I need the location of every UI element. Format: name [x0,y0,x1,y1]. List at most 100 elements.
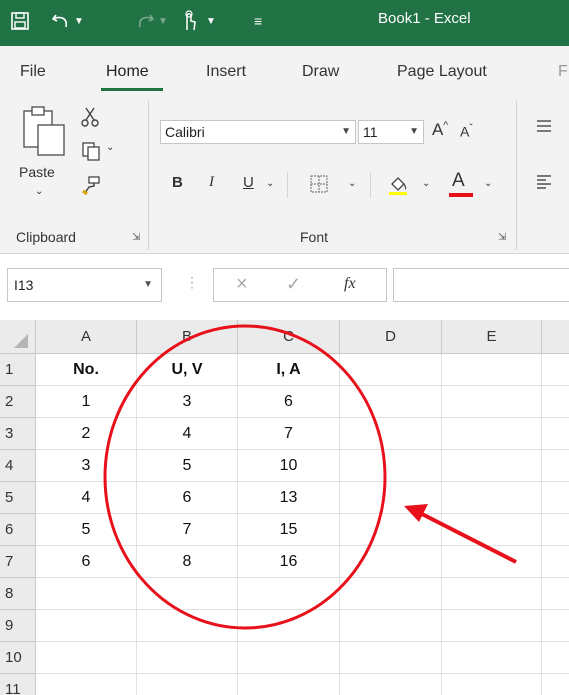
cell-e1[interactable] [442,354,542,386]
cell-f9[interactable] [542,610,569,642]
name-box[interactable]: I13 ▼ [7,268,162,302]
align-left-icon[interactable] [534,172,554,192]
cell-d11[interactable] [340,674,442,695]
cell-c8[interactable] [238,578,340,610]
customize-toolbar-icon[interactable]: ≡ [254,8,262,34]
cell-a3[interactable]: 2 [36,418,137,450]
column-header-c[interactable]: C [238,320,340,354]
undo-dropdown-icon[interactable]: ▼ [74,16,84,27]
font-size-dropdown-icon[interactable]: ▼ [409,121,419,143]
paste-dropdown-icon[interactable]: ⌄ [35,186,43,197]
cell-c3[interactable]: 7 [238,418,340,450]
row-header-1[interactable]: 1 [0,354,36,386]
enter-icon[interactable]: ✓ [286,274,301,295]
cell-c9[interactable] [238,610,340,642]
borders-dropdown-icon[interactable]: ⌄ [348,178,356,189]
cell-f11[interactable] [542,674,569,695]
tab-page-layout[interactable]: Page Layout [397,63,487,81]
underline-dropdown-icon[interactable]: ⌄ [266,178,274,189]
cell-d4[interactable] [340,450,442,482]
cell-b9[interactable] [137,610,238,642]
cell-b5[interactable]: 6 [137,482,238,514]
cell-e7[interactable] [442,546,542,578]
row-header-7[interactable]: 7 [0,546,36,578]
row-header-8[interactable]: 8 [0,578,36,610]
clipboard-launcher-icon[interactable]: ⇲ [132,232,140,243]
italic-button[interactable]: I [209,174,214,191]
cell-d3[interactable] [340,418,442,450]
insert-function-icon[interactable]: fx [344,275,356,293]
bold-button[interactable]: B [172,174,183,191]
row-header-10[interactable]: 10 [0,642,36,674]
cell-a2[interactable]: 1 [36,386,137,418]
shrink-font-icon[interactable]: Aˇ [460,123,473,140]
cell-d7[interactable] [340,546,442,578]
cell-a5[interactable]: 4 [36,482,137,514]
tab-file[interactable]: File [20,63,46,81]
font-color-button[interactable]: A [452,170,465,192]
cell-c6[interactable]: 15 [238,514,340,546]
column-header-e[interactable]: E [442,320,542,354]
cell-d9[interactable] [340,610,442,642]
font-size-combo[interactable]: 11 ▼ [358,120,424,144]
cell-f1[interactable] [542,354,569,386]
cell-c4[interactable]: 10 [238,450,340,482]
cell-b2[interactable]: 3 [137,386,238,418]
cell-f7[interactable] [542,546,569,578]
cell-d10[interactable] [340,642,442,674]
row-header-4[interactable]: 4 [0,450,36,482]
cell-a10[interactable] [36,642,137,674]
save-icon[interactable] [10,8,30,34]
underline-button[interactable]: U [243,174,254,191]
row-header-6[interactable]: 6 [0,514,36,546]
touch-mode-icon[interactable]: ▼ [180,8,216,34]
copy-dropdown-icon[interactable]: ⌄ [106,142,114,153]
tab-insert[interactable]: Insert [206,63,246,81]
row-header-5[interactable]: 5 [0,482,36,514]
paste-label[interactable]: Paste [19,164,55,180]
cell-c2[interactable]: 6 [238,386,340,418]
cell-e5[interactable] [442,482,542,514]
cell-f8[interactable] [542,578,569,610]
paste-icon[interactable] [18,104,70,160]
cell-f4[interactable] [542,450,569,482]
cell-b10[interactable] [137,642,238,674]
cell-b4[interactable]: 5 [137,450,238,482]
fill-color-icon[interactable] [386,172,410,196]
column-header-f-partial[interactable] [542,320,569,354]
fill-color-dropdown-icon[interactable]: ⌄ [422,178,430,189]
format-painter-icon[interactable] [80,174,102,196]
cell-e8[interactable] [442,578,542,610]
row-header-2[interactable]: 2 [0,386,36,418]
tab-draw[interactable]: Draw [302,63,339,81]
cell-a8[interactable] [36,578,137,610]
select-all-corner[interactable] [0,320,36,354]
cell-e11[interactable] [442,674,542,695]
borders-icon[interactable] [308,174,330,194]
cell-a4[interactable]: 3 [36,450,137,482]
cell-e10[interactable] [442,642,542,674]
tab-formulas-partial[interactable]: F [558,63,568,81]
copy-icon[interactable] [80,140,102,162]
formula-bar-grip-icon[interactable]: ⋮ [185,274,199,291]
cell-c10[interactable] [238,642,340,674]
cell-d2[interactable] [340,386,442,418]
cell-b6[interactable]: 7 [137,514,238,546]
cell-d8[interactable] [340,578,442,610]
cell-d1[interactable] [340,354,442,386]
cell-e6[interactable] [442,514,542,546]
cell-a11[interactable] [36,674,137,695]
cell-e4[interactable] [442,450,542,482]
font-name-combo[interactable]: Calibri ▼ [160,120,356,144]
cut-icon[interactable] [80,106,100,128]
tab-home[interactable]: Home [106,63,149,81]
cell-b7[interactable]: 8 [137,546,238,578]
formula-input[interactable] [393,268,569,302]
cell-f5[interactable] [542,482,569,514]
cell-f3[interactable] [542,418,569,450]
cell-b11[interactable] [137,674,238,695]
font-launcher-icon[interactable]: ⇲ [498,232,506,243]
row-header-3[interactable]: 3 [0,418,36,450]
cell-a9[interactable] [36,610,137,642]
cell-b1[interactable]: U, V [137,354,238,386]
